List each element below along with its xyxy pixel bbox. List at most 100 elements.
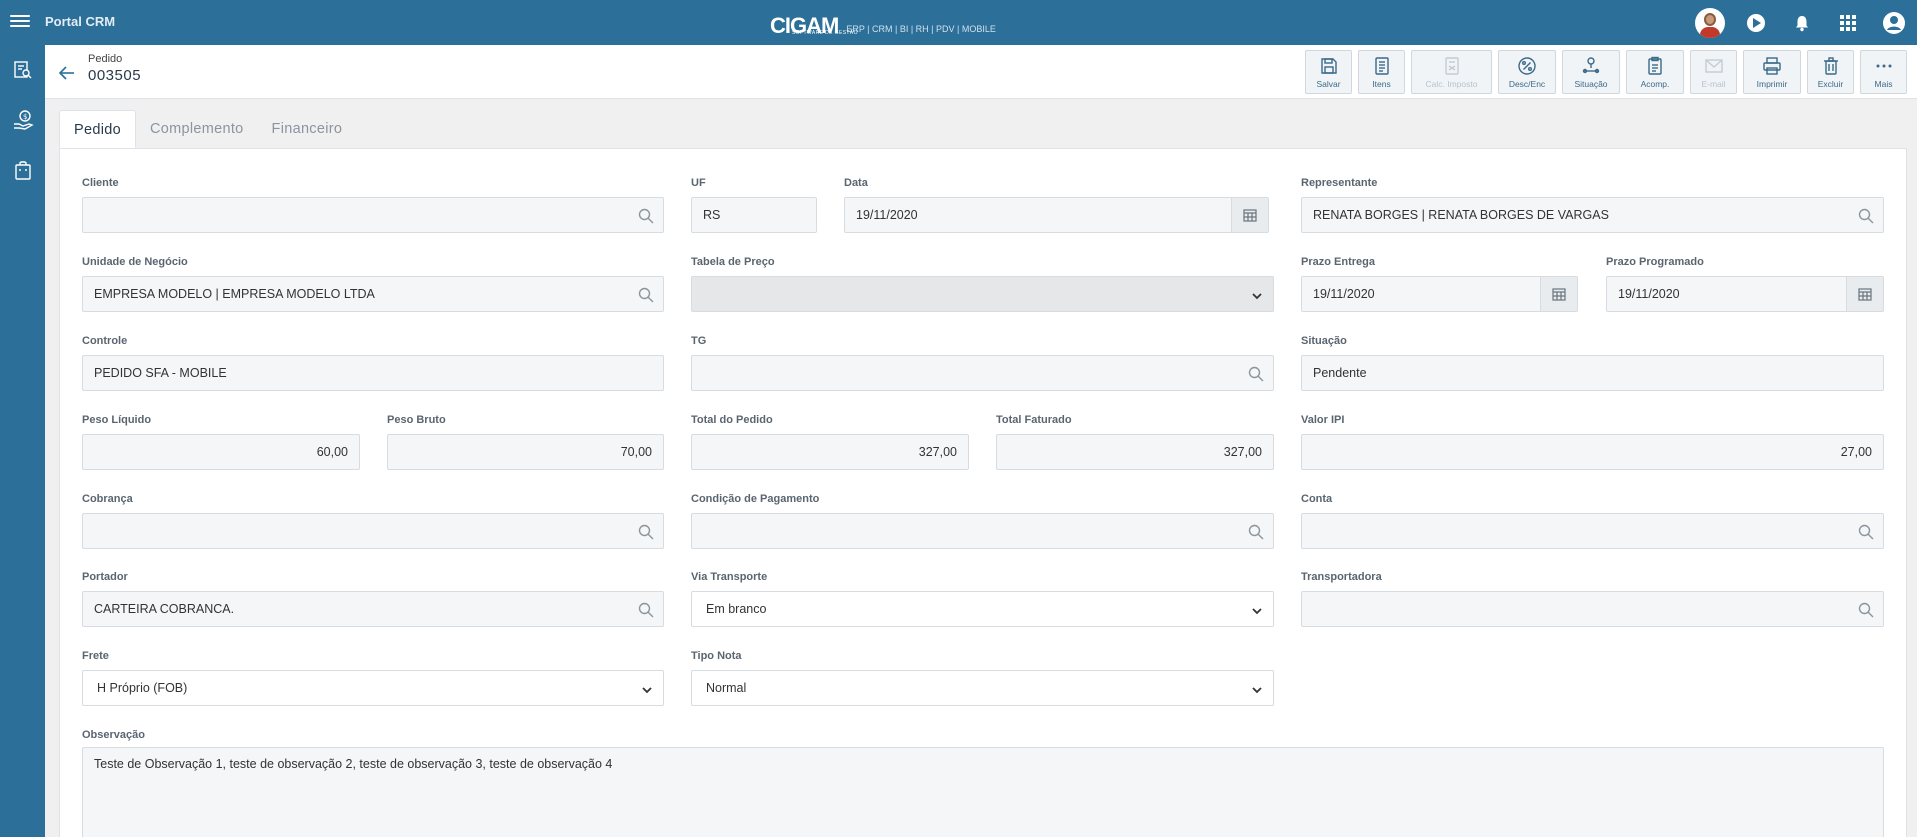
status-button[interactable]: Situação <box>1562 50 1620 94</box>
data-value: 19/11/2020 <box>856 208 918 222</box>
print-icon <box>1763 57 1781 75</box>
calc-tax-label: Calc. Imposto <box>1425 79 1478 89</box>
via-transporte-label: Via Transporte <box>691 571 768 583</box>
delete-button[interactable]: Excluir <box>1807 50 1854 94</box>
controle-field[interactable]: PEDIDO SFA - MOBILE <box>82 355 664 391</box>
total-faturado-value: 327,00 <box>1223 445 1262 459</box>
search-icon[interactable] <box>1248 524 1264 540</box>
logo-tag: ERP | CRM | BI | RH | PDV | MOBILE <box>846 24 996 34</box>
frete-select[interactable]: H Próprio (FOB) <box>82 670 664 706</box>
representante-label: Representante <box>1301 177 1378 189</box>
avatar[interactable] <box>1687 0 1733 45</box>
frete-value: H Próprio (FOB) <box>97 681 188 695</box>
tab-complemento[interactable]: Complemento <box>136 110 258 148</box>
situacao-value: Pendente <box>1313 366 1367 380</box>
search-icon[interactable] <box>1858 208 1874 224</box>
peso-bruto-field[interactable]: 70,00 <box>387 434 664 470</box>
tracking-button[interactable]: Acomp. <box>1626 50 1684 94</box>
more-button[interactable]: Mais <box>1860 50 1907 94</box>
search-icon[interactable] <box>1248 366 1264 382</box>
tabela-preco-select[interactable] <box>691 276 1274 312</box>
search-icon[interactable] <box>1858 602 1874 618</box>
logo: CIGAM SOFTWARE DE GESTÃO ERP | CRM | BI … <box>770 10 996 37</box>
valor-ipi-label: Valor IPI <box>1301 414 1345 426</box>
apps-grid-icon[interactable] <box>1825 0 1871 45</box>
email-button[interactable]: E-mail <box>1690 50 1737 94</box>
prazo-entrega-field[interactable]: 19/11/2020 <box>1301 276 1578 312</box>
svg-text:$: $ <box>23 113 27 121</box>
tipo-nota-select[interactable]: Normal <box>691 670 1274 706</box>
delete-label: Excluir <box>1817 79 1844 89</box>
items-list-icon <box>1374 57 1389 75</box>
situacao-field[interactable]: Pendente <box>1301 355 1884 391</box>
peso-liquido-label: Peso Líquido <box>82 414 152 426</box>
prazo-programado-field[interactable]: 19/11/2020 <box>1606 276 1884 312</box>
save-button[interactable]: Salvar <box>1305 50 1352 94</box>
calendar-icon[interactable] <box>1846 277 1883 311</box>
report-search-icon[interactable] <box>0 45 45 95</box>
cliente-label: Cliente <box>82 177 119 189</box>
email-icon <box>1704 59 1723 73</box>
items-button[interactable]: Itens <box>1358 50 1405 94</box>
chevron-down-icon <box>642 687 652 694</box>
calc-tax-button[interactable]: Calc. Imposto <box>1411 50 1492 94</box>
user-account-icon[interactable] <box>1871 0 1917 45</box>
help-icon[interactable] <box>1733 0 1779 45</box>
search-icon[interactable] <box>638 208 654 224</box>
back-arrow-icon[interactable] <box>57 63 77 83</box>
search-icon[interactable] <box>638 524 654 540</box>
tab-pedido[interactable]: Pedido <box>59 110 136 148</box>
desc-enc-button[interactable]: Desc/Enc <box>1498 50 1556 94</box>
bell-icon[interactable] <box>1779 0 1825 45</box>
data-label: Data <box>844 177 868 189</box>
unidade-label: Unidade de Negócio <box>82 256 188 268</box>
controle-label: Controle <box>82 335 128 347</box>
logo-sub: SOFTWARE DE GESTÃO <box>792 30 858 36</box>
sidebar: $ <box>0 45 45 837</box>
condicao-pagamento-field[interactable] <box>691 513 1274 549</box>
email-label: E-mail <box>1701 79 1726 89</box>
transportadora-field[interactable] <box>1301 591 1884 627</box>
cliente-field[interactable] <box>82 197 664 233</box>
items-label: Itens <box>1372 79 1391 89</box>
tracking-label: Acomp. <box>1640 79 1670 89</box>
conta-field[interactable] <box>1301 513 1884 549</box>
form-panel: Cliente UF RS Data 19/11/2020 Representa… <box>59 148 1907 837</box>
calc-tax-icon <box>1444 57 1459 75</box>
total-faturado-field[interactable]: 327,00 <box>996 434 1274 470</box>
shopping-bag-icon[interactable] <box>0 145 45 195</box>
portador-field[interactable]: CARTEIRA COBRANCA. <box>82 591 664 627</box>
chevron-down-icon <box>1252 293 1262 300</box>
prazo-programado-value: 19/11/2020 <box>1618 287 1680 301</box>
search-icon[interactable] <box>638 287 654 303</box>
menu-icon[interactable] <box>10 12 30 32</box>
unidade-field[interactable]: EMPRESA MODELO | EMPRESA MODELO LTDA <box>82 276 664 312</box>
via-transporte-select[interactable]: Em branco <box>691 591 1274 627</box>
print-button[interactable]: Imprimir <box>1743 50 1801 94</box>
valor-ipi-field[interactable]: 27,00 <box>1301 434 1884 470</box>
total-pedido-field[interactable]: 327,00 <box>691 434 969 470</box>
order-number: 003505 <box>88 67 142 84</box>
cobranca-field[interactable] <box>82 513 664 549</box>
data-field[interactable]: 19/11/2020 <box>844 197 1269 233</box>
observacao-textarea[interactable]: Teste de Observação 1, teste de observaç… <box>82 747 1884 837</box>
calendar-icon[interactable] <box>1540 277 1577 311</box>
chevron-down-icon <box>1252 687 1262 694</box>
search-icon[interactable] <box>1858 524 1874 540</box>
situacao-label: Situação <box>1301 335 1347 347</box>
peso-bruto-label: Peso Bruto <box>387 414 446 426</box>
observacao-label: Observação <box>82 729 145 741</box>
calendar-icon[interactable] <box>1231 198 1268 232</box>
total-faturado-label: Total Faturado <box>996 414 1072 426</box>
tg-field[interactable] <box>691 355 1274 391</box>
total-pedido-value: 327,00 <box>918 445 957 459</box>
representante-value: RENATA BORGES | RENATA BORGES DE VARGAS <box>1313 208 1609 222</box>
tab-financeiro[interactable]: Financeiro <box>258 110 357 148</box>
sales-money-icon[interactable]: $ <box>0 95 45 145</box>
more-label: Mais <box>1874 79 1893 89</box>
uf-field[interactable]: RS <box>691 197 817 233</box>
search-icon[interactable] <box>638 602 654 618</box>
portador-label: Portador <box>82 571 128 583</box>
peso-liquido-field[interactable]: 60,00 <box>82 434 360 470</box>
representante-field[interactable]: RENATA BORGES | RENATA BORGES DE VARGAS <box>1301 197 1884 233</box>
